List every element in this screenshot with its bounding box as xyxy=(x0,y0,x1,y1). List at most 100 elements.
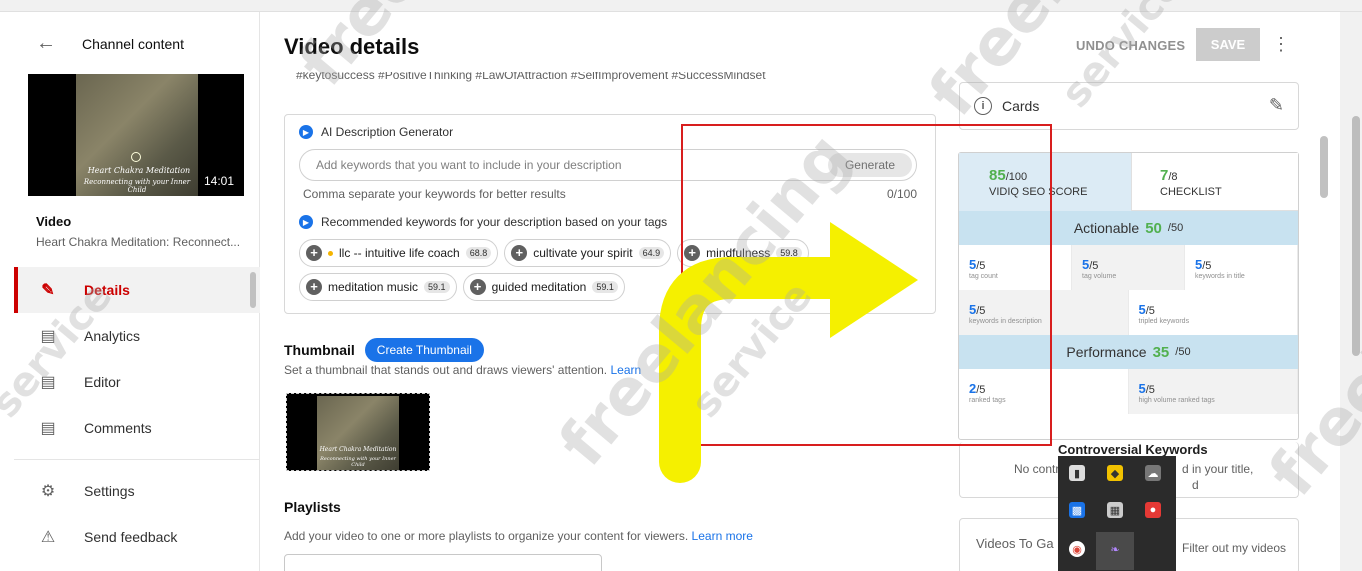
sidebar-item-send-feedback[interactable]: ⚠ Send feedback xyxy=(14,514,260,560)
video-duration: 14:01 xyxy=(203,174,234,188)
checklist-score: 7/8 xyxy=(1160,167,1298,184)
video-title: Heart Chakra Meditation: Reconnect... xyxy=(36,235,241,249)
sidebar-scrollbar[interactable] xyxy=(250,272,256,308)
page: ← Channel content Heart Chakra Meditatio… xyxy=(0,0,1362,571)
thumbnail-preview[interactable]: Heart Chakra Meditation Reconnecting wit… xyxy=(286,393,430,471)
playlists-description: Add your video to one or more playlists … xyxy=(284,529,753,543)
sidebar-item-label: Details xyxy=(84,282,130,298)
sidebar-item-settings[interactable]: ⚙ Settings xyxy=(14,468,260,514)
thumbnail-section-header: Thumbnail Create Thumbnail xyxy=(284,338,484,362)
playlists-desc-text: Add your video to one or more playlists … xyxy=(284,529,689,543)
main-scrollbar[interactable] xyxy=(1320,136,1328,198)
metric-tag-volume: 5/5 tag volume xyxy=(1072,245,1185,290)
checklist-score-den: /8 xyxy=(1168,171,1178,183)
controversial-text-right-2: d xyxy=(1192,478,1199,492)
pencil-icon: ✎ xyxy=(41,282,55,299)
chip-score: 59.1 xyxy=(424,281,450,293)
metric-keywords-in-title: 5/5 keywords in title xyxy=(1185,245,1298,290)
ai-title: AI Description Generator xyxy=(321,125,454,139)
metric-label: tag volume xyxy=(1082,273,1117,280)
sidebar-item-label: Settings xyxy=(84,483,135,499)
plus-icon: + xyxy=(511,245,528,261)
chip-label: meditation music xyxy=(328,280,419,294)
save-button[interactable]: SAVE xyxy=(1196,28,1260,61)
system-tray-popup: ▮ ◆ ☁ ▩ ▦ ● ◉ ❧ xyxy=(1058,456,1176,571)
metric-den: /5 xyxy=(1089,260,1099,272)
performance-score: 35 xyxy=(1152,343,1170,361)
keyword-chip[interactable]: + cultivate your spirit 64.9 xyxy=(504,239,672,267)
recommended-title: Recommended keywords for your descriptio… xyxy=(321,215,668,229)
editor-icon: ▤ xyxy=(40,374,56,391)
cloud-offline-icon[interactable]: ☁ xyxy=(1145,465,1161,481)
metric-den: /5 xyxy=(1202,260,1212,272)
plus-icon: + xyxy=(306,279,322,295)
feather-icon[interactable]: ❧ xyxy=(1107,541,1123,557)
chrome-icon[interactable]: ◉ xyxy=(1069,541,1085,557)
checklist-label: CHECKLIST xyxy=(1160,186,1222,198)
status-dot xyxy=(328,250,333,256)
window-edge xyxy=(1340,12,1362,571)
checklist-tab[interactable]: 7/8 CHECKLIST xyxy=(1131,153,1298,211)
vidiq-icon: ▶ xyxy=(299,125,313,139)
edit-pencil-icon[interactable]: ✎ xyxy=(1269,95,1284,116)
thumbnail-desc-text: Set a thumbnail that stands out and draw… xyxy=(284,363,608,377)
chip-label: guided meditation xyxy=(491,280,587,294)
sidebar-item-label: Send feedback xyxy=(84,529,178,545)
sidebar-item-details[interactable]: ✎ Details xyxy=(14,267,260,313)
playlists-learn-link[interactable]: Learn more xyxy=(692,529,753,543)
keyword-chip[interactable]: + llc -- intuitive life coach 68.8 xyxy=(299,239,499,267)
cards-section[interactable]: i Cards ✎ xyxy=(959,82,1299,130)
chip-label: cultivate your spirit xyxy=(533,246,633,260)
sidebar-item-label: Analytics xyxy=(84,328,141,344)
cards-label: Cards xyxy=(1002,98,1040,114)
metric-high-volume-ranked-tags: 5/5 high volume ranked tags xyxy=(1128,369,1298,414)
thumbnail-image: Heart Chakra Meditation Reconnecting wit… xyxy=(317,396,399,470)
sidebar-item-label: Comments xyxy=(84,420,152,436)
keyword-chip[interactable]: + meditation music 59.1 xyxy=(299,273,457,301)
sun-icon xyxy=(131,152,141,162)
keywords-placeholder: Add keywords that you want to include in… xyxy=(316,158,622,172)
more-options-icon[interactable]: ⋮ xyxy=(1272,34,1290,55)
thumbnail-learn-link[interactable]: Learn xyxy=(611,363,642,377)
undo-changes-button[interactable]: UNDO CHANGES xyxy=(1076,38,1185,53)
sidebar-header-label: Channel content xyxy=(82,35,184,52)
record-icon[interactable]: ● xyxy=(1145,502,1161,518)
thumbnail-text-2: Reconnecting with your Inner Child xyxy=(83,178,191,194)
network-icon[interactable]: ▩ xyxy=(1069,502,1085,518)
chip-score: 59.1 xyxy=(592,281,618,293)
sidebar-item-label: Editor xyxy=(84,374,121,390)
back-arrow-icon[interactable]: ← xyxy=(36,32,56,55)
plus-icon: + xyxy=(469,279,486,295)
keyword-chip[interactable]: + guided meditation 59.1 xyxy=(462,273,625,301)
display-icon[interactable]: ▦ xyxy=(1107,502,1123,518)
metric-score: 5 xyxy=(1138,302,1146,317)
page-title: Video details xyxy=(284,34,420,59)
usb-drive-icon[interactable]: ▮ xyxy=(1069,465,1085,481)
metric-score: 5 xyxy=(1138,381,1146,396)
actionable-label: Actionable xyxy=(1073,220,1140,236)
recommended-header: ▶ Recommended keywords for your descript… xyxy=(299,215,667,229)
sidebar-item-comments[interactable]: ▤ Comments xyxy=(14,405,260,451)
controversial-text-right: d in your title, xyxy=(1182,462,1254,476)
thumbnail-image: Heart Chakra Meditation Reconnecting wit… xyxy=(76,74,198,196)
video-thumbnail[interactable]: Heart Chakra Meditation Reconnecting wit… xyxy=(28,74,244,196)
plus-icon: + xyxy=(306,245,322,261)
playlists-title: Playlists xyxy=(284,499,341,515)
sidebar-header: ← Channel content xyxy=(36,32,184,55)
create-thumbnail-button[interactable]: Create Thumbnail xyxy=(364,338,484,362)
playlist-select[interactable] xyxy=(284,554,602,571)
filter-my-videos-toggle[interactable]: Filter out my videos xyxy=(1182,541,1286,555)
thumbnail-text-1: Heart Chakra Meditation xyxy=(87,166,191,175)
thumbnail-title: Thumbnail xyxy=(284,342,355,358)
page-scrollbar[interactable] xyxy=(1352,116,1360,356)
security-shield-icon[interactable]: ◆ xyxy=(1107,465,1123,481)
sidebar-item-analytics[interactable]: ▤ Analytics xyxy=(14,313,260,359)
comments-icon: ▤ xyxy=(40,420,56,437)
metric-den: /5 xyxy=(1145,384,1155,396)
sidebar-item-editor[interactable]: ▤ Editor xyxy=(14,359,260,405)
video-label: Video xyxy=(36,214,72,229)
metric-label: high volume ranked tags xyxy=(1138,397,1215,404)
gear-icon: ⚙ xyxy=(40,483,56,500)
controversial-title: Controversial Keywords xyxy=(1058,442,1208,457)
chip-score: 68.8 xyxy=(465,247,492,259)
